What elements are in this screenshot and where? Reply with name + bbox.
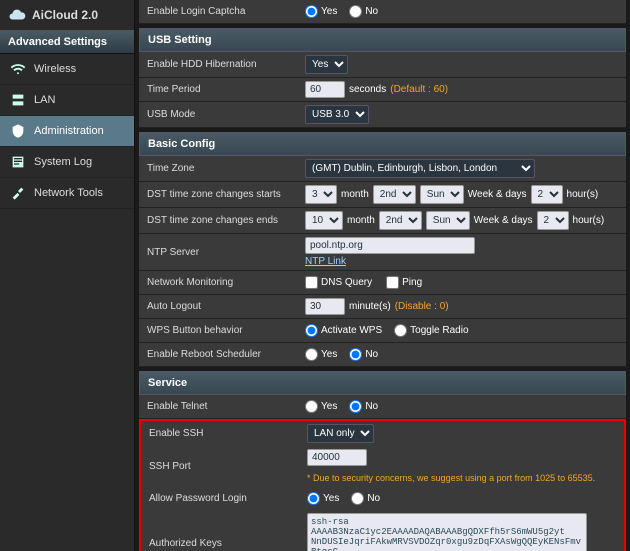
row-label-reboot: Enable Reboot Scheduler bbox=[139, 345, 299, 364]
tz-select[interactable]: (GMT) Dublin, Edinburgh, Lisbon, London bbox=[305, 159, 535, 178]
time-period-unit: seconds bbox=[349, 84, 386, 95]
sidebar-item-lan[interactable]: LAN bbox=[0, 85, 134, 116]
dst-start-week[interactable]: 2nd bbox=[373, 185, 416, 204]
netmon-dns[interactable]: DNS Query bbox=[305, 276, 372, 289]
logo-title: AiCloud 2.0 bbox=[32, 8, 98, 22]
row-label-netmon: Network Monitoring bbox=[139, 273, 299, 292]
row-label-captcha: Enable Login Captcha bbox=[139, 2, 299, 21]
captcha-yes[interactable]: Yes bbox=[305, 5, 337, 18]
advanced-settings-heading: Advanced Settings bbox=[0, 30, 134, 54]
sidebar-item-label: Administration bbox=[34, 125, 104, 137]
ntp-input[interactable] bbox=[305, 237, 475, 254]
netmon-ping[interactable]: Ping bbox=[386, 276, 422, 289]
row-label-hdd-hib: Enable HDD Hibernation bbox=[139, 55, 299, 74]
ssh-select[interactable]: LAN only bbox=[307, 424, 374, 443]
wps-activate[interactable]: Activate WPS bbox=[305, 324, 382, 337]
sidebar-item-label: LAN bbox=[34, 94, 55, 106]
reboot-yes[interactable]: Yes bbox=[305, 348, 337, 361]
allowpw-no[interactable]: No bbox=[351, 492, 380, 505]
sidebar-item-wireless[interactable]: Wireless bbox=[0, 54, 134, 85]
usb-mode-select[interactable]: USB 3.0 bbox=[305, 105, 369, 124]
main-content: Enable Login Captcha Yes No USB Setting … bbox=[135, 0, 630, 551]
dst-end-hour[interactable]: 2 bbox=[537, 211, 569, 230]
log-icon bbox=[10, 154, 26, 170]
time-period-default: (Default : 60) bbox=[390, 84, 448, 95]
time-period-input[interactable] bbox=[305, 81, 345, 98]
telnet-yes[interactable]: Yes bbox=[305, 400, 337, 413]
sidebar-item-system-log[interactable]: System Log bbox=[0, 147, 134, 178]
row-label-dst-start: DST time zone changes starts bbox=[139, 185, 299, 204]
row-label-ssh-port: SSH Port bbox=[141, 457, 301, 476]
wireless-icon bbox=[10, 61, 26, 77]
cloud-icon bbox=[8, 6, 26, 24]
row-label-wps: WPS Button behavior bbox=[139, 321, 299, 340]
dst-end-day[interactable]: Sun bbox=[426, 211, 470, 230]
row-label-usb-mode: USB Mode bbox=[139, 105, 299, 124]
logo: AiCloud 2.0 bbox=[0, 0, 134, 30]
left-sidebar: AiCloud 2.0 Advanced Settings Wireless L… bbox=[0, 0, 135, 551]
authkeys-textarea[interactable] bbox=[307, 513, 587, 551]
section-service: Service bbox=[139, 371, 626, 395]
row-label-allow-pw: Allow Password Login bbox=[141, 489, 301, 508]
tools-icon bbox=[10, 185, 26, 201]
dst-end-month[interactable]: 10 bbox=[305, 211, 343, 230]
dst-start-day[interactable]: Sun bbox=[420, 185, 464, 204]
row-label-telnet: Enable Telnet bbox=[139, 397, 299, 416]
reboot-no[interactable]: No bbox=[349, 348, 378, 361]
dst-start-hour[interactable]: 2 bbox=[531, 185, 563, 204]
sidebar-item-label: System Log bbox=[34, 156, 92, 168]
section-usb-setting: USB Setting bbox=[139, 28, 626, 52]
telnet-no[interactable]: No bbox=[349, 400, 378, 413]
wps-toggle[interactable]: Toggle Radio bbox=[394, 324, 468, 337]
dst-start-month[interactable]: 3 bbox=[305, 185, 337, 204]
row-label-dst-end: DST time zone changes ends bbox=[139, 211, 299, 230]
autologout-input[interactable] bbox=[305, 298, 345, 315]
ssh-port-input[interactable] bbox=[307, 449, 367, 466]
sidebar-item-administration[interactable]: Administration bbox=[0, 116, 134, 147]
dst-end-week[interactable]: 2nd bbox=[379, 211, 422, 230]
admin-icon bbox=[10, 123, 26, 139]
row-label-authkeys: Authorized Keys bbox=[141, 534, 301, 551]
ssh-highlight-box: Enable SSH LAN only SSH Port * Due to se… bbox=[139, 419, 626, 551]
row-label-autologout: Auto Logout bbox=[139, 297, 299, 316]
captcha-no[interactable]: No bbox=[349, 5, 378, 18]
lan-icon bbox=[10, 92, 26, 108]
row-label-ntp: NTP Server bbox=[139, 243, 299, 262]
ssh-port-note: * Due to security concerns, we suggest u… bbox=[307, 473, 595, 483]
allowpw-yes[interactable]: Yes bbox=[307, 492, 339, 505]
autologout-disable: (Disable : 0) bbox=[395, 301, 449, 312]
sidebar-item-label: Wireless bbox=[34, 63, 76, 75]
ntp-link[interactable]: NTP Link bbox=[305, 256, 346, 267]
sidebar-item-network-tools[interactable]: Network Tools bbox=[0, 178, 134, 209]
sidebar-item-label: Network Tools bbox=[34, 187, 103, 199]
section-basic-config: Basic Config bbox=[139, 132, 626, 156]
hdd-hib-select[interactable]: Yes bbox=[305, 55, 348, 74]
row-label-time-period: Time Period bbox=[139, 80, 299, 99]
row-label-tz: Time Zone bbox=[139, 159, 299, 178]
row-label-ssh: Enable SSH bbox=[141, 424, 301, 443]
